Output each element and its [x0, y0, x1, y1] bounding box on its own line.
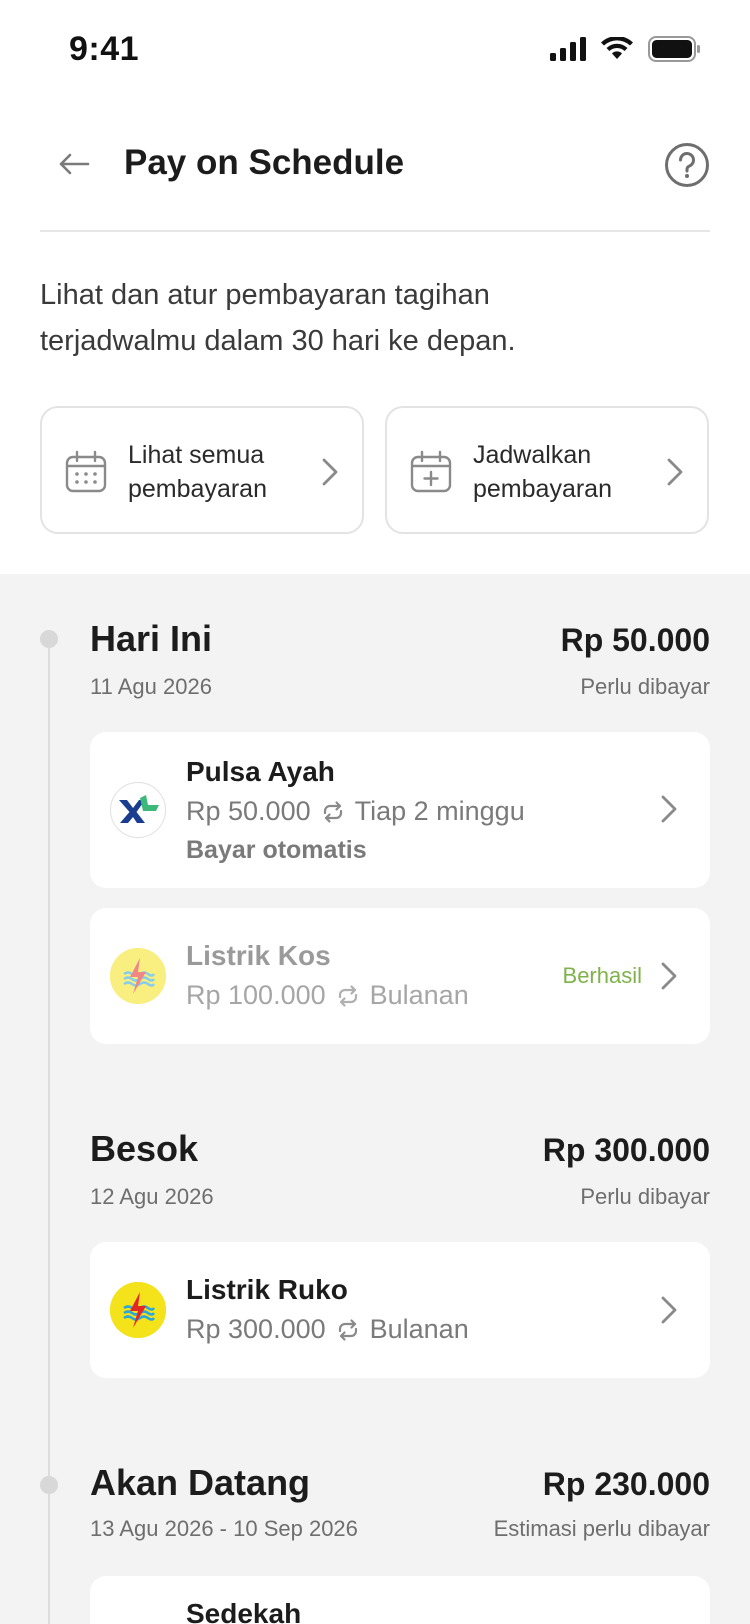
group-date-tomorrow: 12 Agu 2026: [90, 1184, 214, 1209]
wifi-icon: [601, 37, 633, 59]
group-amount-today: Rp 50.000: [560, 622, 710, 658]
app-header: Pay on Schedule: [40, 120, 710, 232]
group-status-upcoming: Estimasi perlu dibayar: [493, 1516, 710, 1541]
bill-frequency: Bulanan: [369, 1314, 469, 1344]
bill-card-listrik-kos[interactable]: Listrik Kos Rp 100.000 Bulanan Berhasil: [90, 908, 710, 1044]
intro-text: Lihat dan atur pembayaran tagihan terjad…: [40, 279, 516, 357]
schedule-payment-button[interactable]: Jadwalkan pembayaran: [385, 406, 709, 534]
bill-name: Sedekah: [186, 1598, 302, 1624]
timeline-dot: [40, 1476, 58, 1494]
page-title: Pay on Schedule: [124, 143, 405, 182]
help-icon: [665, 143, 709, 187]
bill-meta: Rp 100.000 Bulanan: [186, 980, 469, 1011]
pln-logo: [110, 1282, 166, 1338]
payment-timeline: Hari Ini 11 Agu 2026 Rp 50.000 Perlu dib…: [0, 574, 750, 1624]
bill-frequency: Bulanan: [369, 980, 469, 1010]
timeline-dot: [40, 630, 58, 648]
group-date-upcoming: 13 Agu 2026 - 10 Sep 2026: [90, 1516, 358, 1541]
group-title-today: Hari Ini: [90, 618, 213, 659]
status-bar: 9:41: [0, 0, 750, 100]
bill-frequency: Tiap 2 minggu: [354, 796, 525, 826]
repeat-icon: [338, 1318, 357, 1341]
bill-meta: Rp 300.000 Bulanan: [186, 1314, 469, 1345]
status-icons: [550, 36, 702, 62]
chevron-right-icon: [667, 458, 683, 486]
calendar-grid-icon: [65, 450, 107, 493]
bill-name: Listrik Kos: [186, 940, 331, 971]
bill-card-pulsa-ayah[interactable]: Pulsa Ayah Rp 50.000 Tiap 2 minggu Bayar…: [90, 732, 710, 888]
bill-card-sedekah[interactable]: Sedekah: [90, 1576, 710, 1624]
bill-card-listrik-ruko[interactable]: Listrik Ruko Rp 300.000 Bulanan: [90, 1242, 710, 1378]
bill-amount: Rp 300.000: [186, 1314, 326, 1344]
status-badge: Berhasil: [562, 963, 642, 988]
bill-name: Pulsa Ayah: [186, 756, 335, 787]
chevron-right-icon: [661, 962, 677, 990]
arrow-left-icon: [59, 153, 90, 175]
xl-logo: [110, 782, 166, 838]
pln-logo: [110, 948, 166, 1004]
bill-amount: Rp 50.000: [186, 796, 311, 826]
repeat-icon: [338, 984, 357, 1007]
calendar-plus-icon: [410, 450, 452, 493]
view-all-payments-label: Lihat semua pembayaran: [128, 441, 267, 503]
chevron-right-icon: [661, 1296, 677, 1324]
help-button[interactable]: [664, 142, 710, 188]
group-date-today: 11 Agu 2026: [90, 674, 212, 699]
chevron-right-icon: [661, 795, 677, 823]
bill-meta: Rp 50.000 Tiap 2 minggu: [186, 796, 525, 827]
battery-icon: [648, 36, 700, 62]
group-status-tomorrow: Perlu dibayar: [580, 1184, 710, 1209]
chevron-right-icon: [322, 458, 338, 486]
repeat-icon: [323, 800, 342, 823]
view-all-payments-button[interactable]: Lihat semua pembayaran: [40, 406, 364, 534]
group-amount-upcoming: Rp 230.000: [542, 1466, 710, 1502]
status-time: 9:41: [69, 30, 140, 68]
group-status-today: Perlu dibayar: [580, 674, 710, 699]
bill-autopay-label: Bayar otomatis: [186, 836, 367, 864]
group-amount-tomorrow: Rp 300.000: [542, 1132, 710, 1168]
back-button[interactable]: [54, 144, 94, 184]
group-title-tomorrow: Besok: [90, 1128, 199, 1169]
schedule-payment-label: Jadwalkan pembayaran: [473, 441, 612, 503]
bill-amount: Rp 100.000: [186, 980, 326, 1010]
group-title-upcoming: Akan Datang: [90, 1462, 311, 1503]
bill-name: Listrik Ruko: [186, 1274, 348, 1305]
signal-icon: [550, 37, 586, 61]
